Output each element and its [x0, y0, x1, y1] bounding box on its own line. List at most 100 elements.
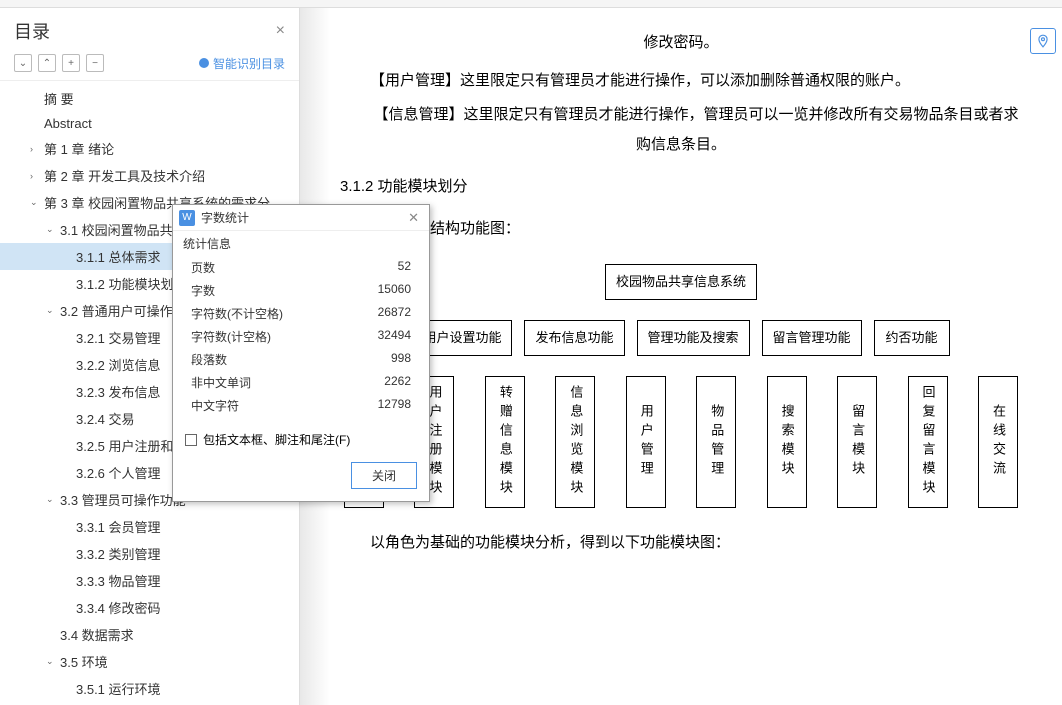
org-mid-box: 留言管理功能 — [762, 320, 862, 356]
toc-item[interactable]: 3.3.3 物品管理 — [0, 567, 299, 594]
stats-list: 页数 52 字数 15060 字符数(不计空格) 26872 字符数(计空格) 32494 段落… — [173, 254, 429, 425]
stat-value: 2262 — [384, 374, 411, 391]
toc-item-label: 3.3.2 类别管理 — [76, 544, 161, 563]
doc-heading: 3.1.2 功能模块划分 — [340, 172, 1022, 202]
toc-item-label: 3.1.2 功能模块划分 — [76, 274, 187, 293]
org-root: 校园物品共享信息系统 — [605, 264, 757, 300]
chevron-icon: › — [30, 171, 40, 181]
stat-row: 字符数(不计空格) 26872 — [173, 302, 429, 325]
toc-item-label: Abstract — [44, 116, 92, 131]
toc-item[interactable]: 3.3.2 类别管理 — [0, 540, 299, 567]
toc-item[interactable]: 3.3.4 修改密码 — [0, 594, 299, 621]
stat-label: 字数 — [191, 282, 215, 299]
toc-item[interactable]: ⌄ 3.5 环境 — [0, 648, 299, 675]
toc-item-label: 摘 要 — [44, 89, 74, 108]
toc-item-label: 3.3.1 会员管理 — [76, 517, 161, 536]
toc-item[interactable]: Abstract — [0, 112, 299, 135]
close-icon[interactable]: ✕ — [404, 210, 423, 226]
collapse-all-button[interactable]: ⌄ — [14, 54, 32, 72]
doc-text: 修改密码。 — [340, 28, 1022, 58]
stat-row: 页数 52 — [173, 256, 429, 279]
stat-label: 非中文单词 — [191, 374, 251, 391]
doc-text: 【用户管理】这里限定只有管理员才能进行操作，可以添加删除普通权限的账户。 — [340, 66, 1022, 96]
toc-item[interactable]: 3.3.1 会员管理 — [0, 513, 299, 540]
toc-item-label: 3.4 数据需求 — [60, 625, 134, 644]
stat-value: 26872 — [378, 305, 411, 322]
toc-item[interactable]: 3.4 数据需求 — [0, 621, 299, 648]
app-icon: W — [179, 210, 195, 226]
stat-row: 非中文单词 2262 — [173, 371, 429, 394]
chevron-icon: ⌄ — [30, 197, 40, 208]
chevron-icon: ⌄ — [46, 305, 56, 316]
org-mid-box: 管理功能及搜索 — [637, 320, 750, 356]
toc-item-label: 第 1 章 绪论 — [44, 139, 114, 158]
chevron-icon: › — [30, 144, 40, 154]
stat-value: 12798 — [378, 397, 411, 414]
sidebar-title: 目录 — [14, 18, 50, 44]
stat-value: 32494 — [378, 328, 411, 345]
org-mid-box: 约否功能 — [874, 320, 950, 356]
org-leaf-box: 留言模块 — [837, 376, 877, 508]
toc-item-label: 3.2.3 发布信息 — [76, 382, 161, 401]
stat-label: 中文字符 — [191, 397, 239, 414]
indent-dec-button[interactable]: − — [86, 54, 104, 72]
stat-row: 字符数(计空格) 32494 — [173, 325, 429, 348]
stat-value: 52 — [398, 259, 411, 276]
org-leaf-box: 搜索模块 — [767, 376, 807, 508]
doc-text: 【信息管理】这里限定只有管理员才能进行操作，管理员可以一览并修改所有交易物品条目… — [340, 100, 1022, 160]
toc-item-label: 3.2.6 个人管理 — [76, 463, 161, 482]
dialog-title: 字数统计 — [201, 209, 404, 226]
org-leaf-box: 物品管理 — [696, 376, 736, 508]
smart-recognize-link[interactable]: 智能识别目录 — [199, 55, 285, 72]
dialog-titlebar[interactable]: W 字数统计 ✕ — [173, 205, 429, 231]
toc-item-label: 3.5 环境 — [60, 652, 108, 671]
stat-row: 中文字符 12798 — [173, 394, 429, 417]
stat-row: 段落数 998 — [173, 348, 429, 371]
indent-inc-button[interactable]: + — [62, 54, 80, 72]
org-leaf-box: 转赠信息模块 — [485, 376, 525, 508]
stat-label: 页数 — [191, 259, 215, 276]
org-leaf-box: 回复留言模块 — [908, 376, 948, 508]
toc-item[interactable]: 摘 要 — [0, 85, 299, 112]
toc-item-label: 3.3 管理员可操作功能 — [60, 490, 186, 509]
org-chart: 校园物品共享信息系统 用户设置功能发布信息功能管理功能及搜索留言管理功能约否功能… — [340, 264, 1022, 508]
toc-item-label: 3.2.5 用户注册和用 — [76, 436, 187, 455]
toc-item-label: 3.3.3 物品管理 — [76, 571, 161, 590]
close-button[interactable]: 关闭 — [351, 462, 417, 489]
toc-item-label: 3.5.1 运行环境 — [76, 679, 161, 698]
toc-item-label: 3.2 普通用户可操作功 — [60, 301, 186, 320]
doc-text: 以角色为基础的功能模块分析，得到以下功能模块图： — [340, 528, 1022, 558]
stat-label: 字符数(计空格) — [191, 328, 271, 345]
org-leaf-box: 用户管理 — [626, 376, 666, 508]
stat-label: 段落数 — [191, 351, 227, 368]
org-mid-box: 发布信息功能 — [524, 320, 624, 356]
org-leaf-box: 信息浏览模块 — [555, 376, 595, 508]
toc-item-label: 3.2.4 交易 — [76, 409, 135, 428]
toc-item-label: 3.2.2 浏览信息 — [76, 355, 161, 374]
toc-item-label: 3.1 校园闲置物品共享 — [60, 220, 186, 239]
toc-item[interactable]: › 第 2 章 开发工具及技术介绍 — [0, 162, 299, 189]
stat-value: 15060 — [378, 282, 411, 299]
toc-item[interactable]: › 第 1 章 绪论 — [0, 135, 299, 162]
chevron-icon: ⌄ — [46, 224, 56, 235]
toc-item-label: 3.2.1 交易管理 — [76, 328, 161, 347]
org-leaf-box: 在线交流 — [978, 376, 1018, 508]
chevron-icon: ⌄ — [46, 656, 56, 667]
expand-all-button[interactable]: ⌃ — [38, 54, 56, 72]
dot-icon — [199, 58, 209, 68]
bookmark-pin-button[interactable] — [1030, 28, 1056, 54]
toc-item-label: 3.1.1 总体需求 — [76, 247, 161, 266]
main-toolbar — [0, 0, 1062, 8]
stat-value: 998 — [391, 351, 411, 368]
dialog-section-label: 统计信息 — [173, 231, 429, 254]
word-count-dialog: W 字数统计 ✕ 统计信息 页数52字数15060字符数(不计空格)26872字… — [172, 204, 430, 502]
toc-item[interactable]: 3.5.1 运行环境 — [0, 675, 299, 702]
stat-label: 字符数(不计空格) — [191, 305, 283, 322]
doc-text: 系统总体结构功能图： — [340, 214, 1022, 244]
checkbox-icon — [185, 434, 197, 446]
chevron-icon: ⌄ — [46, 494, 56, 505]
close-icon[interactable]: × — [276, 22, 285, 40]
include-footnotes-checkbox[interactable]: 包括文本框、脚注和尾注(F) — [173, 425, 429, 454]
stat-row: 字数 15060 — [173, 279, 429, 302]
toc-item-label: 第 2 章 开发工具及技术介绍 — [44, 166, 205, 185]
